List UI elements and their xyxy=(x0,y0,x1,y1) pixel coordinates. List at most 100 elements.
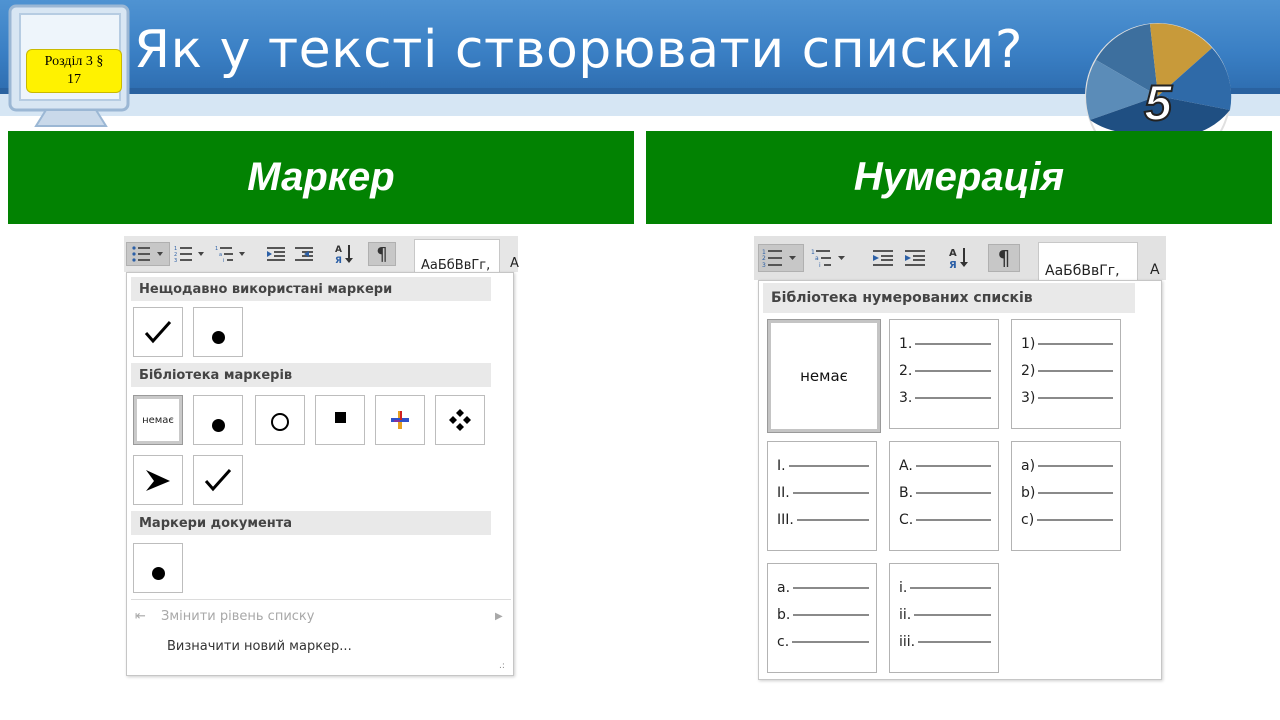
text-line-placeholder xyxy=(788,465,869,467)
menu-separator xyxy=(131,599,511,600)
increase-indent-button[interactable] xyxy=(292,242,316,266)
four-diamond-bullet-icon xyxy=(449,409,471,431)
style-preview-next: А xyxy=(1150,262,1160,278)
style-preview-text: АаБбВвГг, xyxy=(1045,263,1120,279)
recent-check-bullet[interactable] xyxy=(133,307,183,357)
svg-text:2: 2 xyxy=(762,255,766,262)
number-label: 3) xyxy=(1021,390,1036,406)
numbered-line-sample: I. xyxy=(777,458,869,474)
logo-number: 5 xyxy=(1144,75,1173,131)
numbered-list-icon: 1 2 3 xyxy=(174,246,204,263)
library-circle-bullet[interactable] xyxy=(255,395,305,445)
svg-text:A: A xyxy=(949,248,957,259)
text-line-placeholder xyxy=(793,614,869,616)
check-bullet-icon xyxy=(144,320,172,344)
decrease-indent-icon xyxy=(267,247,285,261)
text-line-placeholder xyxy=(792,641,869,643)
sort-button[interactable]: A Я xyxy=(946,246,972,270)
text-line-placeholder xyxy=(1038,492,1113,494)
numbered-line-sample: ii. xyxy=(899,607,991,623)
number-label: 1) xyxy=(1021,336,1036,352)
multilevel-list-icon: 1 a i xyxy=(811,249,845,268)
numbering-none[interactable]: немає xyxy=(767,319,881,433)
number-label: C. xyxy=(899,512,914,528)
library-square-bullet[interactable] xyxy=(315,395,365,445)
page-title: Як у тексті створювати списки? xyxy=(134,20,1023,80)
number-label: a) xyxy=(1021,458,1036,474)
library-arrowhead-bullet[interactable] xyxy=(133,455,183,505)
recent-dot-bullet[interactable] xyxy=(193,307,243,357)
numbering-dropdown-button[interactable]: 1 2 3 xyxy=(758,244,804,272)
dot-bullet-icon xyxy=(211,330,225,344)
numbering-format-alpha-lower-paren[interactable]: a) b) c) xyxy=(1011,441,1121,551)
numbered-line-sample: A. xyxy=(899,458,991,474)
multilevel-list-button[interactable]: 1 a i xyxy=(212,242,252,266)
library-check-bullet[interactable] xyxy=(193,455,243,505)
numbering-format-decimal-paren[interactable]: 1) 2) 3) xyxy=(1011,319,1121,429)
library-dot-bullet[interactable] xyxy=(193,395,243,445)
numbered-line-sample: 3. xyxy=(899,390,991,406)
document-dot-bullet[interactable] xyxy=(133,543,183,593)
multilevel-list-button[interactable]: 1 a i xyxy=(808,244,852,272)
numbered-line-sample: c. xyxy=(777,634,869,650)
bullet-library-dropdown: Нещодавно використані маркери Бібліотека… xyxy=(126,272,514,676)
number-label: a. xyxy=(777,580,791,596)
text-line-placeholder xyxy=(1037,519,1113,521)
numbered-line-sample: III. xyxy=(777,512,869,528)
svg-text:3: 3 xyxy=(762,262,766,268)
change-list-level-item[interactable]: ⇤ Змінити рівень списку xyxy=(135,609,314,624)
numbering-panel: 1 2 3 1 a i A Я ¶ АаБбВвГг, А Бібліотека… xyxy=(754,236,1166,682)
sort-button[interactable]: A Я xyxy=(332,242,356,266)
check-bullet-icon xyxy=(204,468,232,492)
numbered-line-sample: iii. xyxy=(899,634,991,650)
style-preview-text: АаБбВвГг, xyxy=(421,258,491,273)
numbered-line-sample: 1) xyxy=(1021,336,1113,352)
document-bullets-header: Маркери документа xyxy=(131,511,491,535)
svg-text:a: a xyxy=(815,255,819,262)
number-label: B. xyxy=(899,485,914,501)
text-line-placeholder xyxy=(796,519,869,521)
bullets-heading: Маркер xyxy=(8,131,634,224)
decrease-indent-button[interactable] xyxy=(870,246,896,270)
numbering-format-alpha-lower-dot[interactable]: a. b. c. xyxy=(767,563,877,673)
dot-bullet-icon xyxy=(151,566,165,580)
square-bullet-icon xyxy=(334,411,346,423)
text-line-placeholder xyxy=(915,465,991,467)
svg-text:i: i xyxy=(819,262,821,268)
text-line-placeholder xyxy=(916,519,991,521)
number-label: A. xyxy=(899,458,913,474)
number-label: c) xyxy=(1021,512,1035,528)
show-formatting-button[interactable]: ¶ xyxy=(988,244,1020,272)
svg-text:1: 1 xyxy=(215,246,218,252)
library-four-diamond-bullet[interactable] xyxy=(435,395,485,445)
increase-indent-button[interactable] xyxy=(902,246,928,270)
pilcrow-icon: ¶ xyxy=(997,246,1011,270)
none-label: немає xyxy=(800,367,848,385)
numbered-line-sample: c) xyxy=(1021,512,1113,528)
number-label: c. xyxy=(777,634,790,650)
numbering-format-alpha-upper[interactable]: A. B. C. xyxy=(889,441,999,551)
numbering-format-roman-lower[interactable]: i. ii. iii. xyxy=(889,563,999,673)
library-none-bullet[interactable]: немає xyxy=(133,395,183,445)
number-label: i. xyxy=(899,580,908,596)
text-line-placeholder xyxy=(1038,343,1113,345)
numbering-dropdown-button[interactable]: 1 2 3 xyxy=(172,242,210,266)
increase-indent-icon xyxy=(905,250,925,266)
show-formatting-button[interactable]: ¶ xyxy=(368,242,396,266)
bullets-dropdown-button[interactable] xyxy=(126,242,170,266)
circle-bullet-icon xyxy=(271,413,289,431)
grade-logo: 5 xyxy=(1085,23,1232,132)
define-new-bullet-item[interactable]: Визначити новий маркер... xyxy=(167,639,352,654)
svg-text:3: 3 xyxy=(174,258,177,263)
numbering-format-roman-upper[interactable]: I. II. III. xyxy=(767,441,877,551)
svg-text:A: A xyxy=(335,245,342,255)
number-label: 1. xyxy=(899,336,913,352)
submenu-arrow-icon: ▶ xyxy=(495,611,503,622)
numbering-format-decimal-dot[interactable]: 1. 2. 3. xyxy=(889,319,999,429)
number-label: 2) xyxy=(1021,363,1036,379)
decrease-indent-button[interactable] xyxy=(264,242,288,266)
section-badge-line2: 17 xyxy=(67,72,81,87)
numbering-library-dropdown: Бібліотека нумерованих списків немає 1. … xyxy=(758,280,1162,680)
numbered-line-sample: C. xyxy=(899,512,991,528)
library-colored-cross-bullet[interactable] xyxy=(375,395,425,445)
